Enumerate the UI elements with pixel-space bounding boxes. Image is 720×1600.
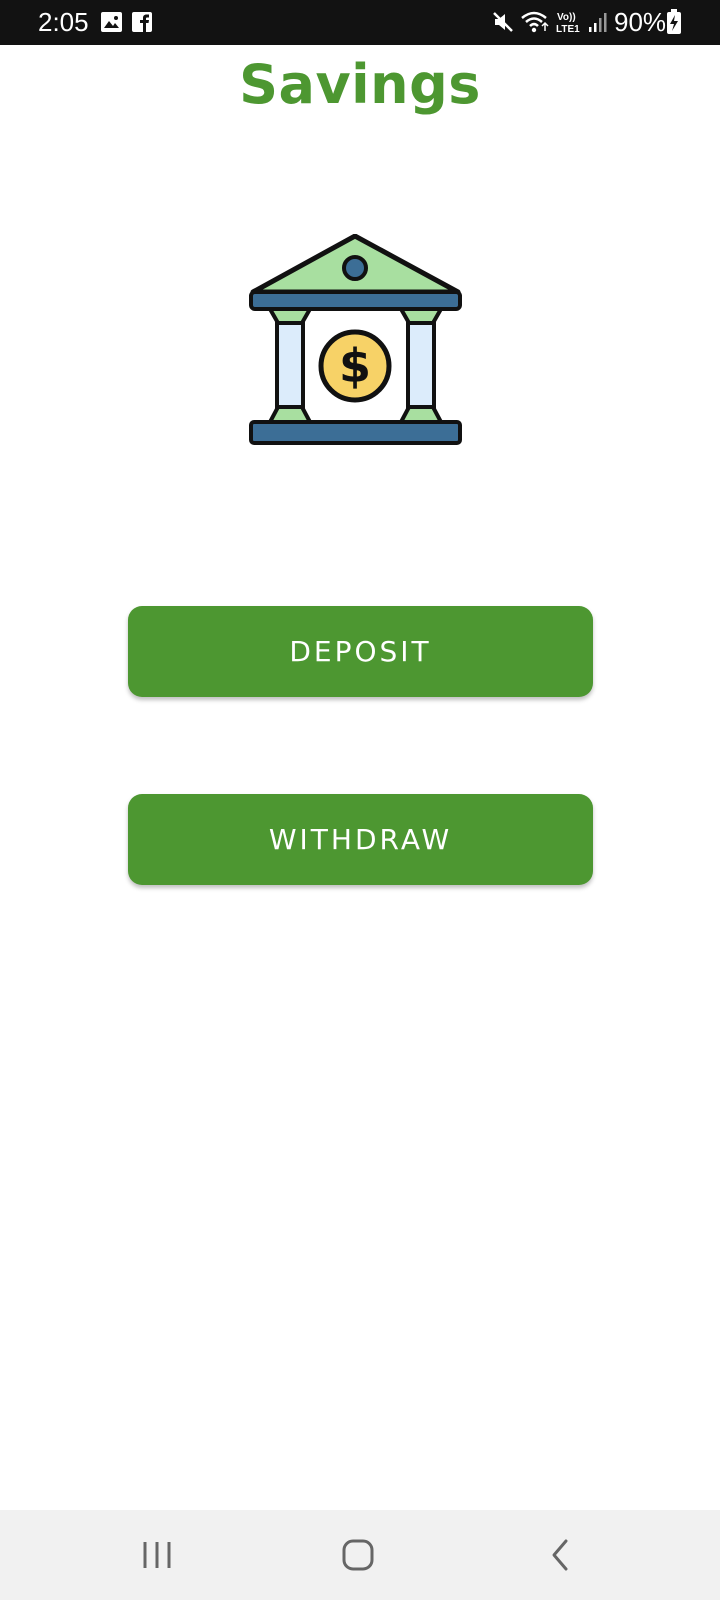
- home-icon[interactable]: [324, 1530, 394, 1580]
- mute-icon: [493, 12, 513, 32]
- recent-apps-icon[interactable]: [122, 1530, 192, 1580]
- page-title: Savings: [239, 53, 481, 116]
- status-time: 2:05: [38, 7, 89, 37]
- volte-lte-icon: Vo)) LTE1: [556, 12, 580, 34]
- facebook-icon: [132, 12, 152, 32]
- lte-label: LTE1: [556, 24, 580, 34]
- deposit-button[interactable]: DEPOSIT: [128, 606, 593, 697]
- status-bar: 2:05 Vo)) LTE1 90%: [0, 0, 720, 45]
- bank-icon: $: [249, 234, 462, 445]
- svg-text:$: $: [339, 339, 371, 393]
- navigation-bar: [0, 1510, 720, 1600]
- image-notification-icon: [101, 12, 122, 32]
- back-icon[interactable]: [526, 1530, 596, 1580]
- signal-icon: [589, 13, 607, 32]
- volte-label: Vo)): [557, 12, 576, 23]
- wifi-icon: [521, 11, 549, 33]
- battery-percentage: 90%: [614, 7, 667, 37]
- withdraw-button[interactable]: WITHDRAW: [128, 794, 593, 885]
- battery-charging-icon: [667, 9, 681, 34]
